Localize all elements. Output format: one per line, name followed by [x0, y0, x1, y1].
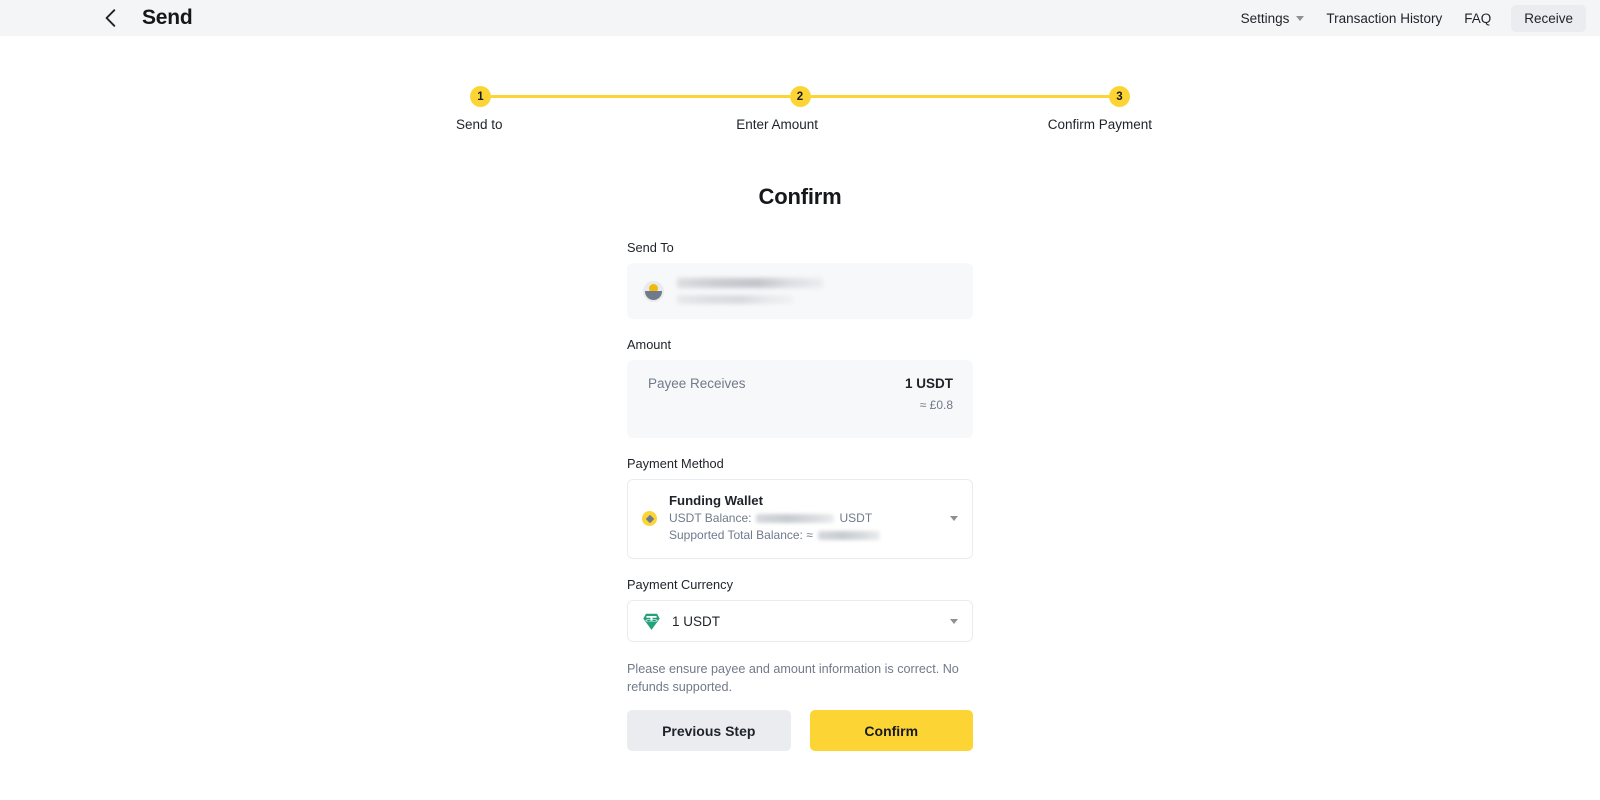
radio-selected-icon[interactable] — [642, 511, 657, 526]
redacted-wallet-balance — [756, 514, 835, 523]
wallet-balance-suffix: USDT — [839, 511, 873, 525]
payee-receives-amount: 1 USDT — [904, 376, 953, 391]
nav-item-settings[interactable]: Settings — [1230, 11, 1316, 26]
payment-method-selector[interactable]: Funding Wallet USDT Balance: USDT Suppor… — [627, 479, 973, 559]
step-connector-2 — [810, 95, 1109, 98]
stepper-track: 1 2 3 — [470, 86, 1130, 107]
payment-method-details: Funding Wallet USDT Balance: USDT Suppor… — [669, 493, 934, 544]
page-title: Send — [142, 6, 193, 29]
radio-inner-shape — [645, 514, 654, 523]
redacted-wallet-total — [817, 531, 880, 540]
amount-value-box: Payee Receives 1 USDT ≈ £0.8 — [627, 360, 973, 438]
avatar-base-shape — [645, 290, 662, 300]
nav-item-faq[interactable]: FAQ — [1453, 11, 1502, 26]
progress-stepper-wrap: 1 2 3 Send to Enter Amount Confirm Payme… — [0, 86, 1600, 132]
amount-label: Amount — [627, 337, 672, 352]
send-to-value-box — [627, 263, 973, 319]
app-header: Send Settings Transaction History FAQ Re… — [0, 0, 1600, 36]
amount-section: Amount Payee Receives 1 USDT ≈ £0.8 — [627, 337, 973, 438]
confirm-card: Confirm Send To Amount Payee Receives 1 … — [627, 184, 973, 751]
previous-step-button[interactable]: Previous Step — [627, 710, 791, 751]
confirm-notice-text: Please ensure payee and amount informati… — [627, 662, 959, 694]
step-1-label: Send to — [456, 117, 503, 132]
chevron-down-icon[interactable] — [950, 618, 958, 624]
payment-currency-selector[interactable]: 1 USDT — [627, 600, 973, 642]
header-left-group: Send — [100, 6, 193, 30]
payee-receives-values: 1 USDT ≈ £0.8 — [905, 376, 953, 412]
payment-method-section: Payment Method Funding Wallet USDT Balan… — [627, 456, 973, 559]
payment-currency-section: Payment Currency 1 USDT — [627, 577, 973, 642]
redacted-recipient-address — [677, 295, 793, 304]
confirm-button[interactable]: Confirm — [809, 710, 973, 751]
payment-currency-value: 1 USDT — [672, 613, 721, 629]
payee-receives-label: Payee Receives — [648, 376, 746, 391]
payee-receives-row: Payee Receives 1 USDT ≈ £0.8 — [648, 376, 953, 412]
back-button[interactable] — [100, 8, 120, 28]
redacted-recipient-name — [677, 278, 823, 288]
progress-stepper: 1 2 3 Send to Enter Amount Confirm Payme… — [456, 86, 1152, 132]
payment-currency-label: Payment Currency — [627, 577, 733, 592]
nav-item-settings-label: Settings — [1240, 10, 1290, 26]
confirm-heading: Confirm — [758, 184, 842, 209]
nav-item-transaction-history-label: Transaction History — [1326, 10, 1443, 26]
nav-item-faq-label: FAQ — [1464, 10, 1492, 26]
user-avatar-icon — [643, 280, 664, 302]
send-to-redacted-value — [677, 278, 957, 304]
step-2-dot: 2 — [789, 86, 811, 107]
chevron-down-icon — [1296, 15, 1305, 21]
chevron-left-icon — [105, 9, 115, 27]
step-3-dot: 3 — [1109, 86, 1130, 107]
header-nav: Settings Transaction History FAQ Receive — [1230, 4, 1586, 32]
wallet-balance-prefix: USDT Balance: — [669, 511, 752, 525]
payment-method-label: Payment Method — [627, 456, 724, 471]
send-to-label: Send To — [627, 240, 674, 255]
send-to-section: Send To — [627, 240, 973, 319]
step-connector-1 — [491, 95, 790, 98]
main-content: Confirm Send To Amount Payee Receives 1 … — [0, 132, 1600, 751]
stepper-labels: Send to Enter Amount Confirm Payment — [456, 117, 1152, 132]
wallet-total-row: Supported Total Balance: ≈ — [669, 527, 934, 544]
receive-button[interactable]: Receive — [1511, 4, 1586, 32]
nav-item-transaction-history[interactable]: Transaction History — [1315, 11, 1453, 26]
step-2-label: Enter Amount — [736, 117, 819, 132]
step-1-dot: 1 — [470, 86, 491, 107]
action-button-row: Previous Step Confirm — [627, 710, 973, 751]
wallet-balance-row: USDT Balance: USDT — [669, 510, 934, 527]
payee-receives-fiat: ≈ £0.8 — [919, 398, 953, 412]
wallet-name: Funding Wallet — [669, 493, 764, 508]
chevron-down-icon[interactable] — [950, 516, 958, 521]
tether-usdt-icon — [643, 613, 660, 630]
step-3-label: Confirm Payment — [1047, 117, 1152, 132]
wallet-total-prefix: Supported Total Balance: ≈ — [669, 528, 813, 542]
